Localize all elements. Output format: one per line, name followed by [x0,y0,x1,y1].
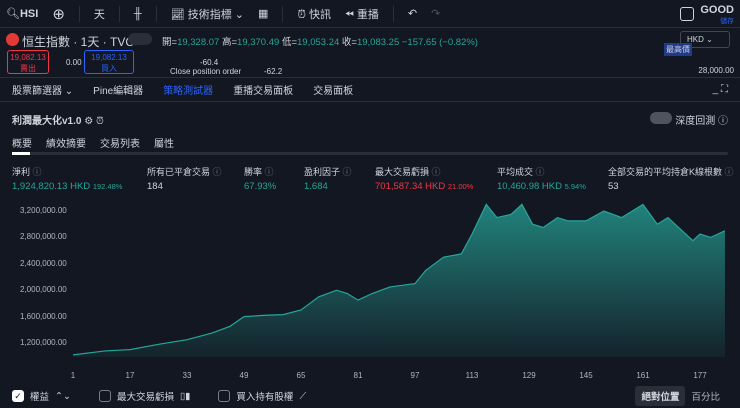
x-tick-label: 177 [693,371,707,380]
buy-hold-label: 買入持有股權 [236,392,294,403]
buy-hold-checkbox[interactable] [218,390,231,402]
x-tick-label: 49 [239,371,249,380]
bar-chart-icon: ▯▮ [179,390,191,402]
equity-area [73,204,725,357]
equity-label: 權益 [30,392,50,403]
equity-checkbox[interactable]: ✓ [12,390,24,402]
x-tick-label: 81 [353,371,363,380]
absolute-button[interactable]: 絕對位置 [635,386,686,406]
x-tick-label: 33 [182,371,192,380]
chart-options: ✓ 權益 ⌃⌄ 最大交易虧損 ▯▮ 買入持有股權 ⟋ 絕對位置 百分比 [12,386,740,406]
x-tick-label: 161 [636,371,650,380]
percent-button[interactable]: 百分比 [691,389,720,403]
x-tick-label: 129 [522,371,536,380]
x-tick-label: 1 [70,371,76,380]
max-dd-label: 最大交易虧損 [116,392,174,403]
x-tick-label: 17 [125,371,135,380]
max-dd-checkbox[interactable] [98,390,111,402]
line-icon: ⟋ [299,390,307,402]
x-tick-label: 145 [579,371,593,380]
x-tick-label: 65 [296,371,306,380]
x-tick-label: 97 [410,371,420,380]
equity-line-icon: ⌃⌄ [55,390,71,402]
x-tick-label: 113 [465,371,479,380]
equity-chart [72,203,726,357]
